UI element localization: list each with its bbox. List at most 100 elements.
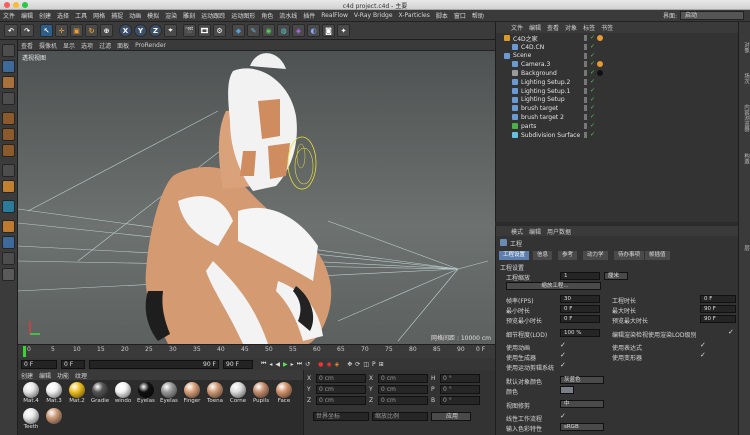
- go-to-end-icon[interactable]: ⏭: [297, 360, 302, 368]
- material-menu-edit[interactable]: 编辑: [36, 371, 54, 380]
- object-menu-file[interactable]: 文件: [508, 23, 526, 32]
- menu-pipeline[interactable]: 流水线: [276, 11, 300, 20]
- timeline-ruler[interactable]: 0 5 10 15 20 25 30 35 40 45 50 55 60 65 …: [18, 344, 495, 358]
- key-scale-icon[interactable]: ◫: [363, 361, 369, 368]
- light-icon[interactable]: ✦: [337, 24, 350, 37]
- y-axis-icon[interactable]: Y: [134, 24, 147, 37]
- visibility-dots-icon[interactable]: [584, 35, 587, 41]
- visibility-dots-icon[interactable]: [584, 52, 587, 59]
- rotate-icon[interactable]: ↻: [85, 24, 98, 37]
- keyframe-selection-icon[interactable]: ◈: [335, 361, 340, 368]
- object-row[interactable]: Background ✓: [496, 69, 739, 78]
- material-menu-texture[interactable]: 纹理: [72, 371, 90, 380]
- viewport-menu-filter[interactable]: 过滤: [96, 41, 114, 50]
- points-mode-icon[interactable]: [2, 112, 15, 125]
- recent-tool-icon[interactable]: ⊕: [100, 24, 113, 37]
- menu-file[interactable]: 文件: [0, 11, 18, 20]
- attr-menu-userdata[interactable]: 用户数据: [544, 227, 574, 236]
- object-row[interactable]: Lighting Setup.2 ✓: [496, 78, 739, 87]
- material-swatch[interactable]: Eyelas: [135, 382, 157, 406]
- current-frame-field[interactable]: 0 F: [61, 359, 85, 369]
- menu-window[interactable]: 窗口: [451, 11, 469, 20]
- visibility-dots-icon[interactable]: [584, 61, 587, 68]
- material-swatch[interactable]: Toena: [204, 382, 226, 406]
- menu-snap[interactable]: 捕捉: [108, 11, 126, 20]
- tab-takes[interactable]: 场次: [740, 66, 750, 90]
- environment-icon[interactable]: ◐: [307, 24, 320, 37]
- render-picture-viewer-icon[interactable]: 🎞: [198, 24, 211, 37]
- menu-realflow[interactable]: RealFlow: [318, 12, 351, 19]
- coordinate-mode-dropdown[interactable]: 世界坐标: [313, 412, 369, 421]
- material-swatch[interactable]: Teeth: [20, 408, 42, 432]
- tab-reference[interactable]: 参考: [558, 251, 578, 260]
- visibility-dots-icon[interactable]: [584, 123, 587, 129]
- texture-mode-icon[interactable]: [2, 76, 15, 89]
- tab-todo[interactable]: 待办事项: [614, 251, 645, 260]
- visibility-dots-icon[interactable]: [584, 87, 587, 94]
- material-swatch[interactable]: [43, 408, 65, 432]
- play-backward-icon[interactable]: ◀: [275, 361, 280, 368]
- snap-icon[interactable]: [2, 180, 15, 193]
- lock-workplane-icon[interactable]: [2, 236, 15, 249]
- object-tag-icon[interactable]: [597, 61, 603, 68]
- use-deformers-checkbox[interactable]: ✓: [700, 351, 706, 359]
- cube-icon[interactable]: ◆: [232, 24, 245, 37]
- tab-interpolation[interactable]: 帧插值: [645, 251, 670, 260]
- default-object-color-dropdown[interactable]: 灰蓝色: [560, 376, 604, 384]
- timeline-playhead[interactable]: [23, 346, 26, 357]
- object-row[interactable]: C4D之家 ✓: [496, 34, 739, 43]
- object-menu-view[interactable]: 查看: [544, 23, 562, 32]
- key-rotation-icon[interactable]: ⟳: [355, 361, 360, 368]
- use-expression-checkbox[interactable]: ✓: [700, 341, 706, 349]
- layout-dropdown[interactable]: 启动: [680, 11, 744, 20]
- object-row[interactable]: brush target ✓: [496, 104, 739, 113]
- axis-mode-icon[interactable]: [2, 164, 15, 177]
- menu-character[interactable]: 角色: [258, 11, 276, 20]
- material-swatch[interactable]: Corne: [227, 382, 249, 406]
- tab-dynamics[interactable]: 动力学: [583, 251, 608, 260]
- menu-simulate[interactable]: 模拟: [144, 11, 162, 20]
- object-menu-edit[interactable]: 编辑: [526, 23, 544, 32]
- menu-mograph[interactable]: 运动图形: [228, 11, 258, 20]
- menu-sculpt[interactable]: 雕刻: [180, 11, 198, 20]
- tab-content-browser[interactable]: 内容浏览器: [740, 94, 750, 142]
- tab-info[interactable]: 信息: [533, 251, 553, 260]
- use-generators-checkbox[interactable]: ✓: [560, 351, 566, 359]
- sculpt-icon[interactable]: [2, 220, 15, 233]
- scale-mode-dropdown[interactable]: 缩放比例: [372, 412, 428, 421]
- enable-check-icon[interactable]: ✓: [590, 104, 595, 111]
- position-y-field[interactable]: 0 cm: [316, 385, 366, 394]
- menu-tools[interactable]: 工具: [72, 11, 90, 20]
- object-row[interactable]: Camera.3 ✓: [496, 60, 739, 69]
- pen-icon[interactable]: ✎: [247, 24, 260, 37]
- menu-x-particles[interactable]: X-Particles: [396, 12, 433, 19]
- object-row[interactable]: Lighting Setup.1 ✓: [496, 87, 739, 96]
- viewport-menu-view[interactable]: 查看: [18, 41, 36, 50]
- go-to-start-icon[interactable]: ⏮: [261, 360, 266, 368]
- object-row[interactable]: parts ✓: [496, 122, 739, 131]
- view-clipping-dropdown[interactable]: 中: [560, 400, 604, 408]
- enable-check-icon[interactable]: ✓: [590, 78, 595, 85]
- brush-icon[interactable]: [2, 268, 15, 281]
- visibility-dots-icon[interactable]: [584, 114, 587, 121]
- prev-key-icon[interactable]: ◂: [269, 361, 272, 368]
- color-swatch[interactable]: [560, 386, 574, 394]
- autokey-icon[interactable]: ◉: [326, 361, 331, 368]
- undo-icon[interactable]: ↶: [4, 24, 18, 37]
- menu-select[interactable]: 选择: [54, 11, 72, 20]
- menu-edit[interactable]: 编辑: [18, 11, 36, 20]
- lod-field[interactable]: 100 %: [560, 329, 600, 337]
- viewport-menu-display[interactable]: 显示: [60, 41, 78, 50]
- start-frame-field[interactable]: 0 F: [21, 359, 57, 369]
- enable-check-icon[interactable]: ✓: [590, 34, 595, 41]
- fps-field[interactable]: 30: [560, 295, 600, 303]
- menu-create[interactable]: 创建: [36, 11, 54, 20]
- play-icon[interactable]: ▶: [283, 361, 288, 368]
- tab-structure[interactable]: 构造: [740, 146, 750, 170]
- end-frame-field[interactable]: 90 F: [89, 359, 219, 369]
- object-menu-bookmarks[interactable]: 书签: [598, 23, 616, 32]
- material-swatch[interactable]: Mat.2: [66, 382, 88, 406]
- scale-project-button[interactable]: 缩放工程...: [506, 282, 601, 290]
- material-swatch[interactable]: Eyelas: [158, 382, 180, 406]
- viewport-menu-prorender[interactable]: ProRender: [132, 42, 169, 49]
